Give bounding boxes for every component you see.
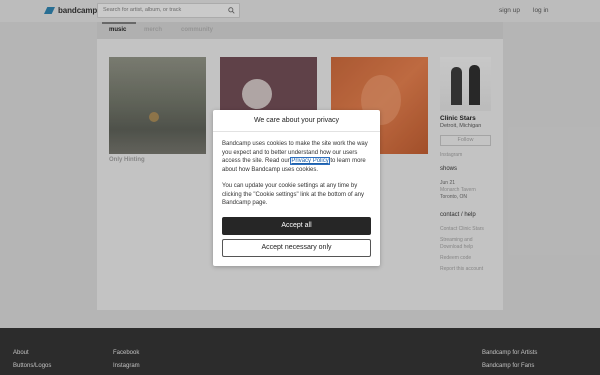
cookie-description: Bandcamp uses cookies to make the site w…: [222, 140, 374, 175]
accept-necessary-button[interactable]: Accept necessary only: [222, 239, 371, 257]
privacy-policy-link[interactable]: Privacy Policy: [290, 157, 330, 166]
dialog-title: We care about your privacy: [213, 110, 380, 132]
cookie-consent-dialog: We care about your privacy Bandcamp uses…: [213, 110, 380, 266]
accept-all-button[interactable]: Accept all: [222, 217, 371, 235]
cookie-settings-note: You can update your cookie settings at a…: [222, 183, 364, 207]
